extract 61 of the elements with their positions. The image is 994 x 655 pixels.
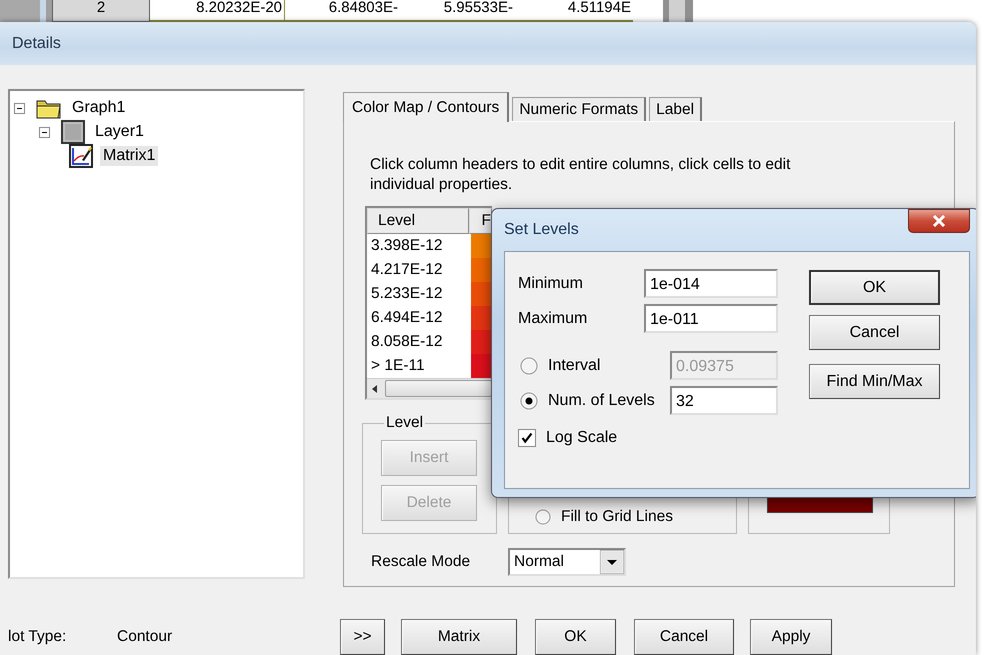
level-cell[interactable]: > 1E-11 — [367, 357, 471, 375]
dialog-title: Set Levels — [504, 221, 579, 239]
collapse-toggle[interactable] — [39, 126, 50, 138]
tab[interactable]: Label — [649, 97, 702, 121]
collapse-toggle[interactable] — [14, 102, 25, 114]
cancel-button[interactable]: Cancel — [634, 619, 734, 655]
instructions-text: Click column headers to edit entire columns, click cells to edit individual properties. — [370, 155, 792, 195]
tree-item[interactable]: Layer1 — [92, 122, 147, 142]
plot-type-value: Contour — [117, 628, 174, 646]
rescale-dropdown[interactable]: Normal — [508, 548, 626, 576]
plot-type-label: lot Type: — [8, 628, 68, 646]
fill-option-label: Fill to Grid Lines — [561, 508, 673, 526]
horizontal-scrollbar[interactable] — [367, 378, 492, 398]
minimum-field[interactable]: 1e-014 — [644, 269, 778, 298]
tab[interactable]: Color Map / Contours — [343, 92, 510, 122]
maximum-label: Maximum — [518, 310, 588, 328]
color-swatch[interactable] — [471, 306, 492, 330]
levels-list[interactable]: Level F 3.398E-12 4.217E-12 5.233E-12 6.494E-12 8.058E-12 > 1E-11 — [365, 206, 492, 400]
tab[interactable]: Numeric Formats — [512, 97, 646, 121]
level-cell[interactable]: 3.398E-12 — [367, 237, 471, 255]
color-swatch[interactable] — [471, 258, 492, 282]
group-label: Level — [385, 414, 424, 432]
maximum-field[interactable]: 1e-011 — [644, 304, 778, 333]
mode-label: Num. of Levels — [548, 392, 655, 410]
column-header[interactable]: F — [468, 208, 492, 234]
find-min-max-button[interactable]: Find Min/Max — [809, 364, 940, 399]
scrollbar[interactable] — [663, 0, 693, 22]
color-swatch[interactable] — [471, 234, 492, 258]
minimum-label: Minimum — [518, 274, 583, 292]
log-scale-label: Log Scale — [546, 428, 618, 446]
level-cell[interactable]: 8.058E-12 — [367, 333, 471, 351]
color-swatch[interactable] — [471, 354, 492, 378]
grid-corner — [0, 0, 52, 22]
line-plot-icon — [69, 144, 93, 168]
color-swatch[interactable] — [471, 330, 492, 354]
color-swatch[interactable] — [471, 282, 492, 306]
checkbox[interactable] — [518, 428, 536, 446]
radio-button[interactable] — [520, 392, 538, 410]
level-cell[interactable]: 4.217E-12 — [367, 261, 471, 279]
rescale-label: Rescale Mode — [371, 553, 472, 571]
scroll-left-icon[interactable] — [371, 384, 379, 394]
mode-label: Interval — [548, 356, 600, 374]
tree-item[interactable]: Graph1 — [69, 98, 128, 118]
close-icon — [932, 215, 946, 227]
expand-button[interactable]: >> — [340, 619, 385, 655]
cancel-button[interactable]: Cancel — [809, 315, 940, 350]
column-header[interactable]: Level — [367, 208, 469, 234]
levels-field[interactable]: 32 — [670, 386, 778, 415]
tree-item[interactable]: Matrix1 — [100, 146, 158, 166]
window-title: Details — [12, 35, 61, 52]
ok-button[interactable]: OK — [809, 270, 940, 305]
level-cell[interactable]: 5.233E-12 — [367, 285, 471, 303]
close-button[interactable] — [908, 209, 970, 233]
matrix-button[interactable]: Matrix — [401, 619, 517, 655]
dropdown-arrow-icon[interactable] — [600, 550, 624, 574]
apply-button[interactable]: Apply — [750, 619, 832, 655]
layer-icon — [61, 120, 85, 144]
ok-button[interactable]: OK — [535, 619, 616, 655]
level-cell[interactable]: 6.494E-12 — [367, 309, 471, 327]
radio-button[interactable] — [535, 509, 551, 525]
row-header[interactable]: 2 — [52, 0, 150, 22]
